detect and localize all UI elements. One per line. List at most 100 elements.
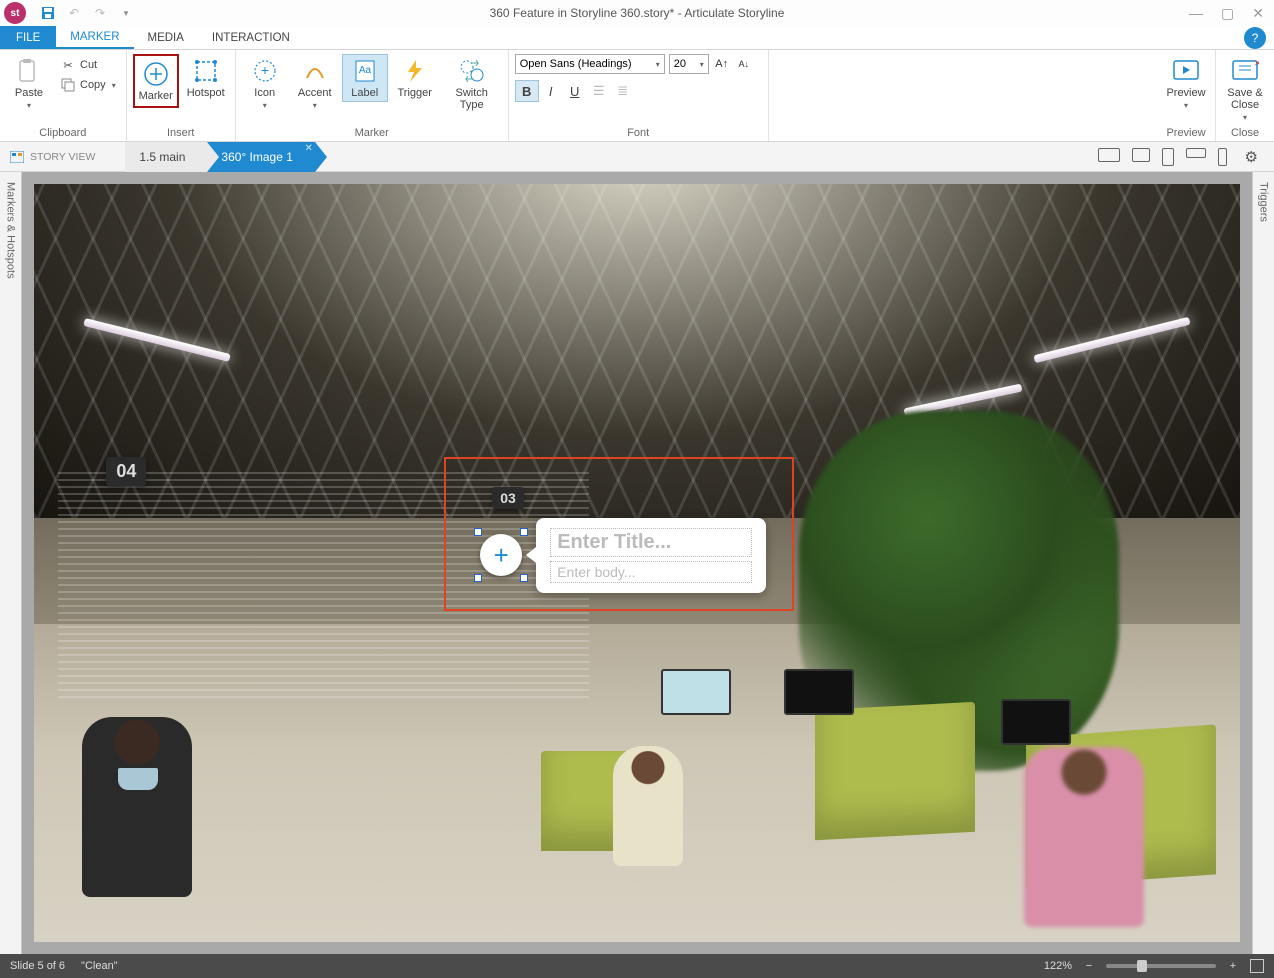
paste-button[interactable]: Paste ▾	[6, 54, 52, 113]
hotspot-label: Hotspot	[187, 87, 225, 99]
markers-hotspots-label: Markers & Hotspots	[5, 182, 17, 279]
device-phone-landscape-icon[interactable]	[1186, 148, 1206, 158]
slide-indicator: Slide 5 of 6	[10, 960, 65, 972]
marker-pin[interactable]: +	[480, 534, 522, 576]
numbers-button[interactable]: ≣	[611, 80, 635, 102]
qat-dropdown-icon[interactable]: ▾	[118, 5, 134, 21]
grow-font-button[interactable]: A↑	[713, 58, 731, 70]
device-tablet-portrait-icon[interactable]	[1162, 148, 1174, 166]
zoom-in-button[interactable]: +	[1226, 960, 1240, 972]
icon-label: Icon	[254, 87, 275, 99]
bold-button[interactable]: B	[515, 80, 539, 102]
switch-label: Switch Type	[445, 87, 499, 111]
label-button[interactable]: Aa Label	[342, 54, 388, 102]
close-window-button[interactable]: ✕	[1252, 5, 1264, 22]
copy-button[interactable]: Copy▾	[56, 76, 120, 94]
settings-gear-icon[interactable]: ⚙	[1245, 148, 1258, 166]
font-size-select[interactable]: 20▾	[669, 54, 709, 74]
preview-label: Preview	[1166, 87, 1205, 99]
underline-button[interactable]: U	[563, 80, 587, 102]
accent-icon	[301, 57, 329, 85]
icon-button[interactable]: + Icon ▾	[242, 54, 288, 113]
zoom-thumb[interactable]	[1137, 960, 1147, 972]
italic-button[interactable]: I	[539, 80, 563, 102]
group-close-label: Close	[1222, 125, 1268, 139]
zoom-out-button[interactable]: −	[1082, 960, 1096, 972]
save-icon[interactable]	[40, 5, 56, 21]
hotspot-button[interactable]: Hotspot	[183, 54, 229, 102]
paste-icon	[15, 57, 43, 85]
story-view-button[interactable]: STORY VIEW	[0, 151, 105, 163]
maximize-button[interactable]: ▢	[1221, 5, 1234, 22]
cut-button[interactable]: ✂ Cut	[56, 56, 120, 74]
monitor	[1001, 699, 1071, 745]
device-preview-icons: ⚙	[1098, 148, 1274, 166]
marker-label: Marker	[139, 90, 173, 102]
plus-dashed-icon: +	[251, 57, 279, 85]
monitor	[784, 669, 854, 715]
crumb-main[interactable]: 1.5 main	[125, 142, 207, 172]
marker-body-input[interactable]: Enter body...	[550, 561, 752, 583]
font-family-select[interactable]: Open Sans (Headings)▾	[515, 54, 665, 74]
device-phone-portrait-icon[interactable]	[1218, 148, 1227, 166]
document-title: 360 Feature in Storyline 360.story* - Ar…	[490, 6, 785, 20]
tab-media[interactable]: MEDIA	[134, 26, 198, 49]
story-view-label: STORY VIEW	[30, 151, 95, 163]
undo-icon[interactable]: ↶	[66, 5, 82, 21]
group-marker: + Icon ▾ Accent ▾ Aa Label Trigger Switc…	[236, 50, 509, 141]
font-size-value: 20	[674, 58, 686, 70]
room-sign-04: 04	[106, 457, 146, 486]
story-view-icon	[10, 151, 24, 163]
cut-icon: ✂	[60, 57, 76, 73]
tab-interaction[interactable]: INTERACTION	[198, 26, 304, 49]
help-icon[interactable]: ?	[1244, 27, 1266, 49]
device-desktop-icon[interactable]	[1098, 148, 1120, 162]
group-insert-label: Insert	[133, 125, 229, 139]
save-close-icon: ✕	[1231, 57, 1259, 85]
canvas-360-image[interactable]: 04 03 + Enter Title...	[34, 184, 1240, 942]
monitor	[661, 669, 731, 715]
cubicle	[815, 702, 975, 840]
minimize-button[interactable]: —	[1189, 5, 1203, 22]
redo-icon[interactable]: ↷	[92, 5, 108, 21]
selection-handle[interactable]	[474, 528, 482, 536]
accent-button[interactable]: Accent ▾	[292, 54, 338, 113]
zoom-percent[interactable]: 122%	[1044, 960, 1072, 972]
tab-file[interactable]: FILE	[0, 26, 56, 49]
title-bar: st ↶ ↷ ▾ 360 Feature in Storyline 360.st…	[0, 0, 1274, 26]
selection-handle[interactable]	[520, 574, 528, 582]
group-clipboard-label: Clipboard	[6, 125, 120, 139]
marker-title-input[interactable]: Enter Title...	[550, 528, 752, 557]
markers-hotspots-panel-tab[interactable]: Markers & Hotspots	[0, 172, 22, 954]
selection-handle[interactable]	[520, 528, 528, 536]
triggers-panel-tab[interactable]: Triggers	[1252, 172, 1274, 954]
font-family-value: Open Sans (Headings)	[520, 58, 632, 70]
cut-label: Cut	[80, 59, 97, 71]
save-close-button[interactable]: ✕ Save & Close ▾	[1222, 54, 1268, 125]
group-preview: Preview ▾ Preview	[1157, 50, 1216, 141]
fit-to-window-button[interactable]	[1250, 959, 1264, 973]
preview-button[interactable]: Preview ▾	[1163, 54, 1209, 113]
marker-callout[interactable]: Enter Title... Enter body...	[536, 518, 766, 593]
device-tablet-landscape-icon[interactable]	[1132, 148, 1150, 162]
label-btn-label: Label	[351, 87, 378, 99]
group-clipboard: Paste ▾ ✂ Cut Copy▾ Clipboard	[0, 50, 127, 141]
group-preview-label: Preview	[1163, 125, 1209, 139]
trigger-button[interactable]: Trigger	[392, 54, 438, 102]
marker-object[interactable]: + Enter Title... Enter body...	[480, 518, 766, 593]
workspace: Markers & Hotspots 04 03 +	[0, 172, 1274, 954]
crumb-360-image[interactable]: 360° Image 1✕	[207, 142, 315, 172]
view-bar: STORY VIEW 1.5 main 360° Image 1✕ ⚙	[0, 142, 1274, 172]
shrink-font-button[interactable]: A↓	[735, 59, 753, 69]
zoom-slider[interactable]	[1106, 964, 1216, 968]
close-tab-icon[interactable]: ✕	[305, 143, 313, 154]
switch-type-button[interactable]: Switch Type	[442, 54, 502, 114]
svg-text:+: +	[261, 62, 269, 78]
tab-marker[interactable]: MARKER	[56, 26, 133, 49]
person	[82, 717, 192, 897]
marker-button[interactable]: Marker	[133, 54, 179, 108]
bullets-button[interactable]: ☰	[587, 80, 611, 102]
bolt-icon	[401, 57, 429, 85]
selection-handle[interactable]	[474, 574, 482, 582]
hotspot-icon	[192, 57, 220, 85]
